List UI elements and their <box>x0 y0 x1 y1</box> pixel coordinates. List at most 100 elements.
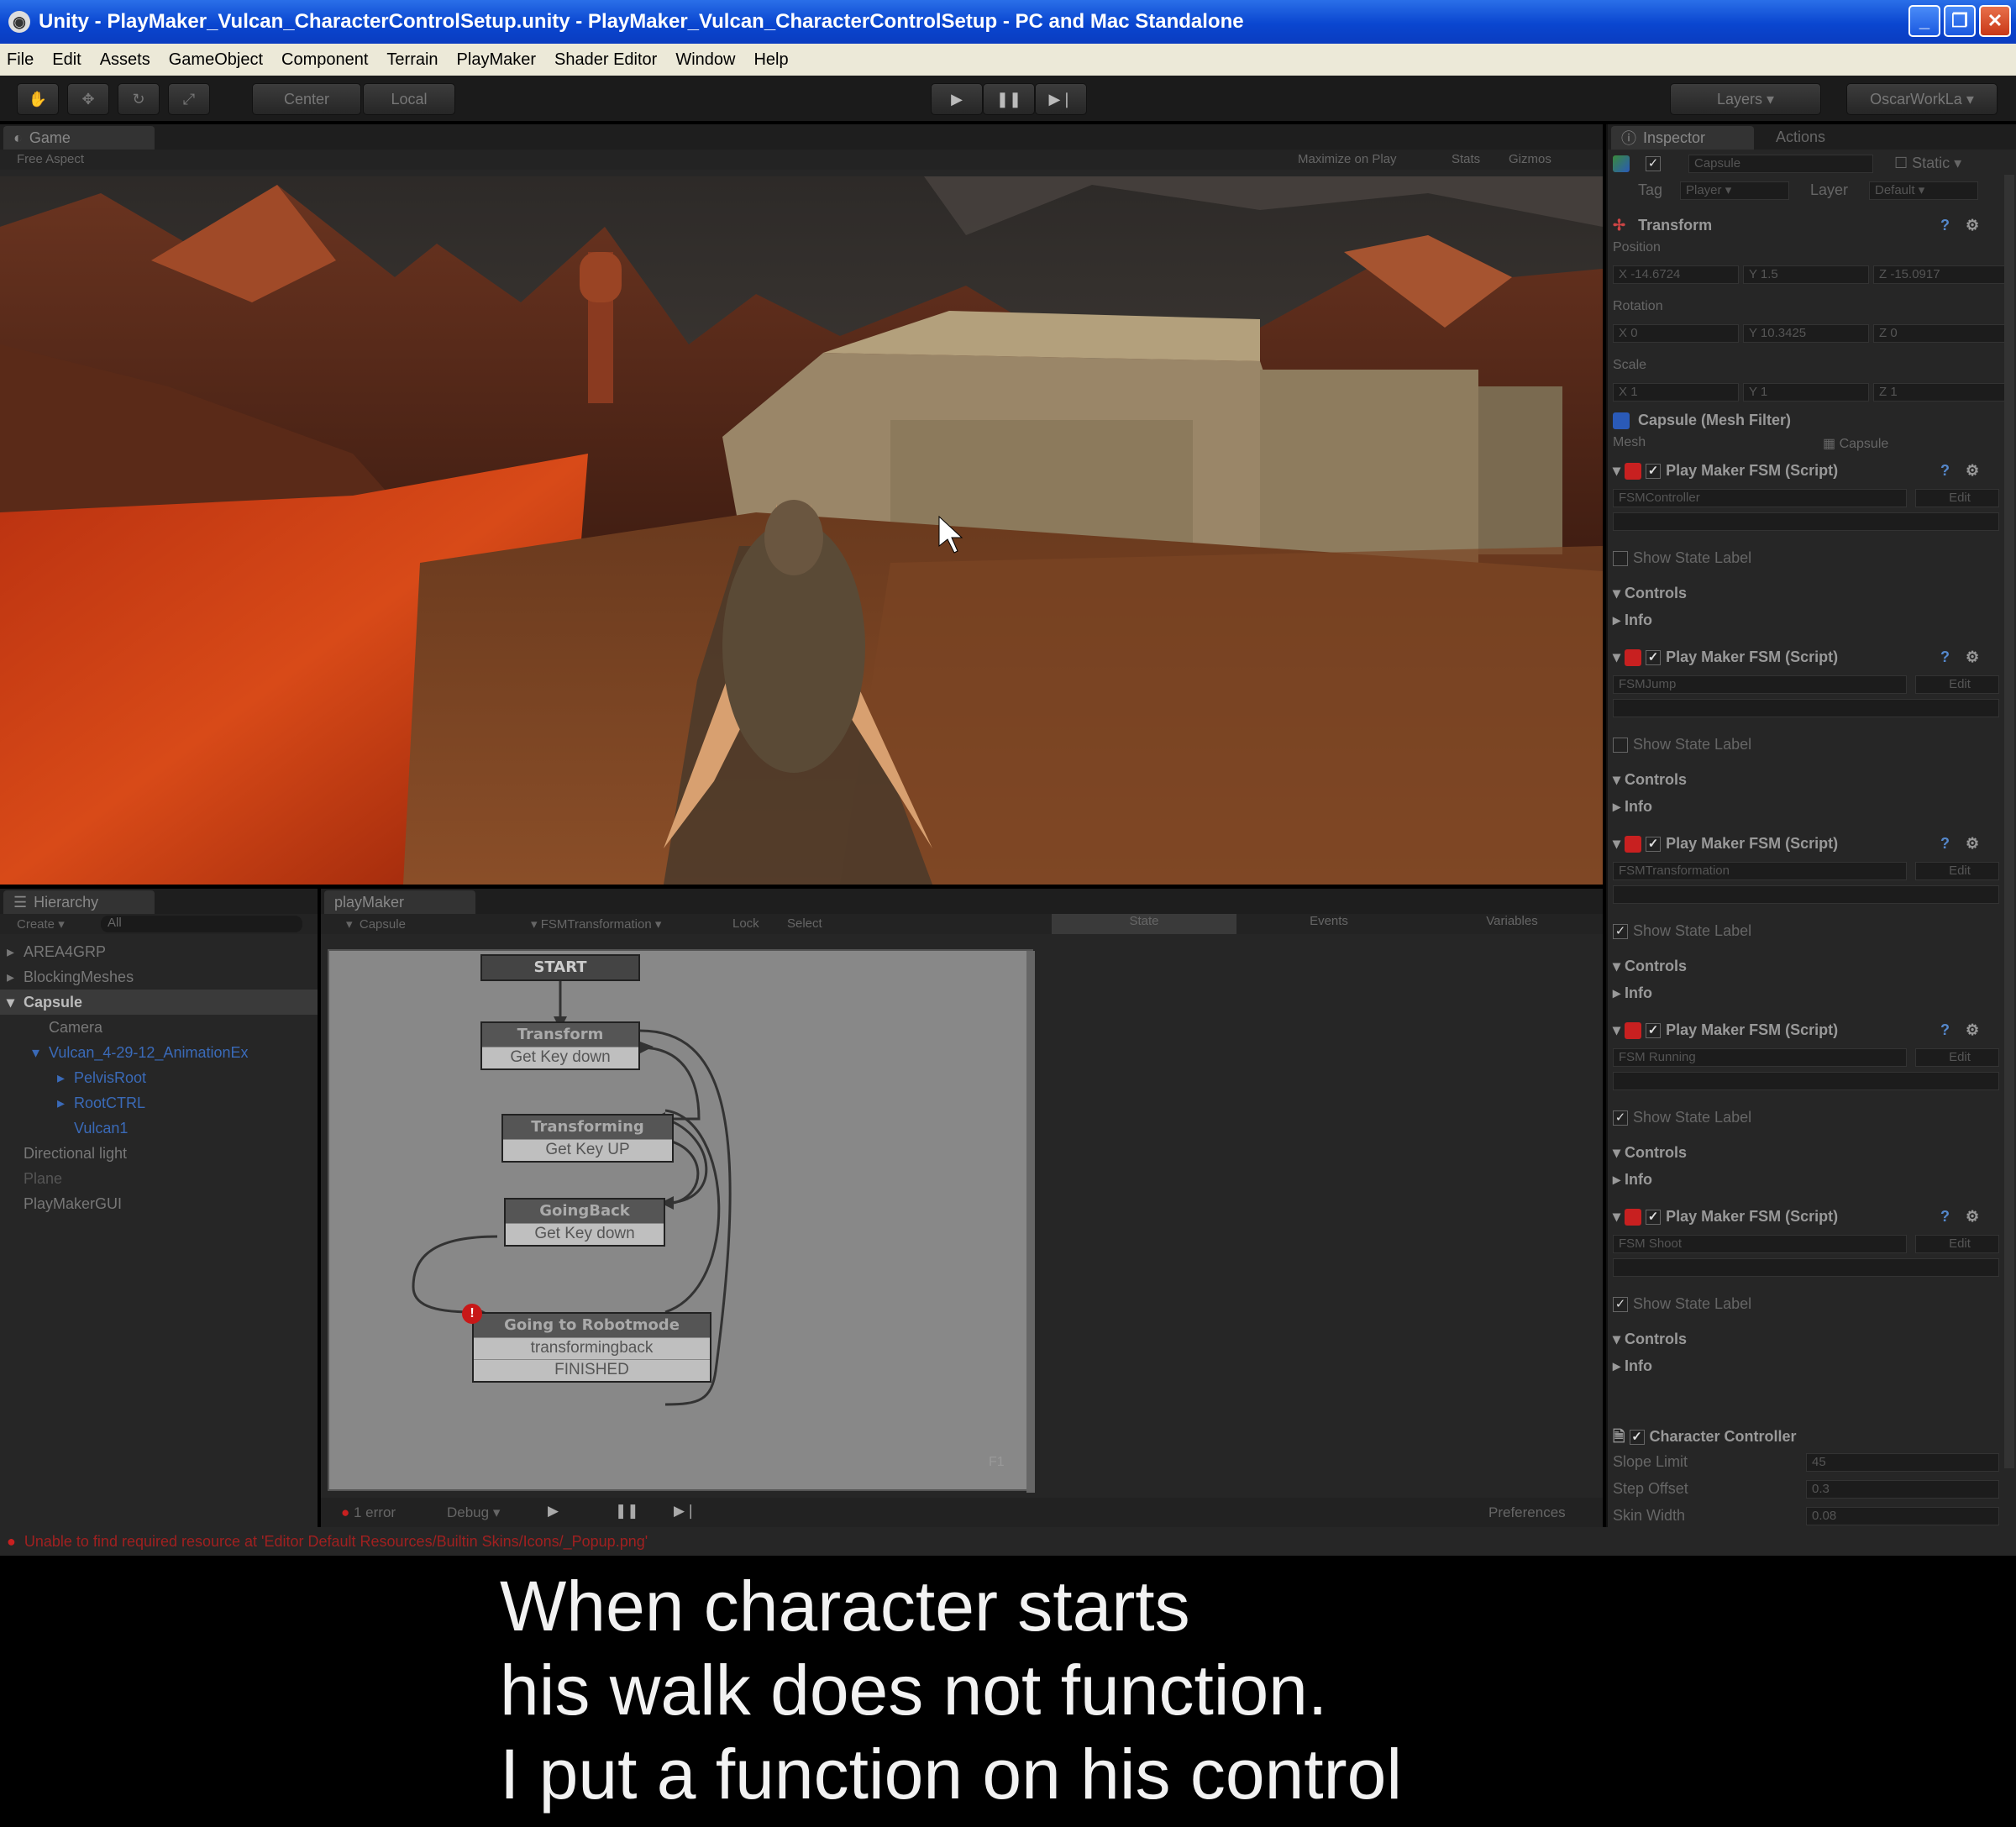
fold-arrow-icon[interactable]: ▸ <box>1613 1171 1625 1188</box>
show-state-label-checkbox[interactable]: ✓ <box>1613 1110 1628 1126</box>
hierarchy-item[interactable]: ▸ AREA4GRP <box>0 939 318 964</box>
fold-arrow-icon[interactable]: ▸ <box>1613 984 1625 1001</box>
graph-scrollbar[interactable] <box>1026 951 1035 1493</box>
fsm-event[interactable]: Get Key down <box>482 1047 638 1068</box>
fsm-description-field[interactable] <box>1613 1258 1999 1277</box>
fold-arrow-icon[interactable]: ▾ <box>1613 1331 1625 1347</box>
mesh-field[interactable]: ▦ Capsule <box>1823 435 1888 452</box>
fsm-state-going-to-robotmode[interactable]: Going to Robotmode transformingback FINI… <box>472 1312 711 1383</box>
fold-arrow-icon[interactable]: ▸ <box>1613 612 1625 628</box>
pivot-toggle[interactable]: Center <box>252 83 361 115</box>
component-enabled-checkbox[interactable]: ✓ <box>1646 650 1662 666</box>
controls-foldout[interactable]: ▾ Controls <box>1613 1144 2013 1162</box>
hierarchy-item[interactable]: Directional light <box>0 1141 318 1166</box>
menu-window[interactable]: Window <box>675 50 735 70</box>
fsm-state-transform[interactable]: Transform Get Key down <box>480 1021 640 1070</box>
settings-gear-icon[interactable]: ⚙ <box>1966 1021 1979 1039</box>
menu-gameobject[interactable]: GameObject <box>169 50 263 70</box>
fsm-edit-button[interactable]: Edit <box>1915 1048 1999 1067</box>
layout-dropdown[interactable]: OscarWorkLa ▾ <box>1846 83 1998 115</box>
show-state-label-row[interactable]: ✓ Show State Label <box>1613 922 2013 940</box>
fsm-description-field[interactable] <box>1613 512 1999 531</box>
info-foldout[interactable]: ▸ Info <box>1613 984 2013 1002</box>
game-viewport[interactable] <box>0 176 1603 885</box>
fold-arrow-icon[interactable]: ▾ <box>1613 771 1625 788</box>
layers-dropdown[interactable]: Layers ▾ <box>1670 83 1821 115</box>
fsm-component-header[interactable]: ▾ ✓ Play Maker FSM (Script)? ⚙ <box>1613 648 2013 667</box>
menu-assets[interactable]: Assets <box>100 50 150 70</box>
help-icon[interactable]: ? <box>1940 1208 1950 1226</box>
hand-tool-button[interactable]: ✋ <box>17 83 59 115</box>
menu-shader-editor[interactable]: Shader Editor <box>554 50 657 70</box>
settings-gear-icon[interactable]: ⚙ <box>1966 217 1979 234</box>
tab-state[interactable]: State <box>1052 914 1236 934</box>
fold-arrow-icon[interactable]: ▸ <box>1613 798 1625 815</box>
fsm-event[interactable]: FINISHED <box>474 1359 710 1381</box>
fold-arrow-icon[interactable]: ▸ <box>1613 1357 1625 1374</box>
fsm-component-header[interactable]: ▾ ✓ Play Maker FSM (Script)? ⚙ <box>1613 1021 2013 1040</box>
menu-component[interactable]: Component <box>281 50 368 70</box>
tab-events[interactable]: Events <box>1236 914 1421 934</box>
hierarchy-item[interactable]: ▾ Capsule <box>0 990 318 1015</box>
fsm-name-field[interactable]: FSMJump <box>1613 675 1907 694</box>
component-enabled-checkbox[interactable]: ✓ <box>1646 837 1662 853</box>
tab-playmaker[interactable]: playMaker <box>324 890 475 914</box>
fsm-description-field[interactable] <box>1613 699 1999 717</box>
component-enabled-checkbox[interactable]: ✓ <box>1646 464 1662 480</box>
pm-play-button[interactable]: ▶ <box>548 1503 559 1520</box>
fsm-dropdown[interactable]: ▾ FSMTransformation ▾ <box>531 916 661 932</box>
restore-button[interactable]: ❐ <box>1944 5 1976 37</box>
fold-arrow-icon[interactable]: ▾ <box>1613 1208 1625 1225</box>
rotation-y-field[interactable]: Y 10.3425 <box>1743 324 1869 343</box>
fsm-edit-button[interactable]: Edit <box>1915 489 1999 507</box>
hierarchy-item[interactable]: ▸ RootCTRL <box>0 1090 318 1116</box>
active-checkbox[interactable]: ✓ <box>1646 156 1662 172</box>
fsm-event[interactable]: Get Key UP <box>503 1139 672 1161</box>
maximize-on-play-toggle[interactable]: Maximize on Play <box>1298 152 1397 166</box>
console-status-bar[interactable]: ● Unable to find required resource at 'E… <box>0 1527 2016 1556</box>
select-button[interactable]: Select <box>787 916 822 931</box>
show-state-label-row[interactable]: ✓ Show State Label <box>1613 1109 2013 1126</box>
expand-arrow-icon[interactable]: ▸ <box>7 943 24 961</box>
hierarchy-item[interactable]: PlayMakerGUI <box>0 1191 318 1216</box>
show-state-label-checkbox[interactable] <box>1613 551 1628 567</box>
gameobject-dropdown[interactable]: ▾ Capsule <box>346 916 406 932</box>
fsm-component-header[interactable]: ▾ ✓ Play Maker FSM (Script)? ⚙ <box>1613 462 2013 480</box>
info-foldout[interactable]: ▸ Info <box>1613 798 2013 816</box>
show-state-label-checkbox[interactable]: ✓ <box>1613 1297 1628 1313</box>
step-button[interactable]: ▶❘ <box>1035 83 1087 115</box>
position-z-field[interactable]: Z -15.0917 <box>1873 265 2008 284</box>
fsm-event[interactable]: Get Key down <box>506 1223 664 1245</box>
show-state-label-row[interactable]: Show State Label <box>1613 736 2013 753</box>
gizmos-toggle[interactable]: Gizmos <box>1509 152 1551 166</box>
move-tool-button[interactable]: ✥ <box>67 83 109 115</box>
expand-arrow-icon[interactable]: ▸ <box>57 1095 74 1112</box>
help-icon[interactable]: ? <box>1940 835 1950 853</box>
scale-z-field[interactable]: Z 1 <box>1873 383 2008 402</box>
expand-arrow-icon[interactable]: ▾ <box>32 1044 49 1062</box>
minimize-button[interactable]: _ <box>1908 5 1940 37</box>
fold-arrow-icon[interactable]: ▾ <box>1613 585 1625 601</box>
settings-gear-icon[interactable]: ⚙ <box>1966 648 1979 666</box>
rotate-tool-button[interactable]: ↻ <box>118 83 160 115</box>
settings-gear-icon[interactable]: ⚙ <box>1966 1208 1979 1226</box>
menu-terrain[interactable]: Terrain <box>386 50 438 70</box>
info-foldout[interactable]: ▸ Info <box>1613 1357 2013 1375</box>
preferences-button[interactable]: Preferences <box>1488 1504 1566 1521</box>
settings-gear-icon[interactable]: ⚙ <box>1966 462 1979 480</box>
expand-arrow-icon[interactable]: ▾ <box>7 994 24 1011</box>
debug-dropdown[interactable]: Debug ▾ <box>447 1504 500 1521</box>
field-value-input[interactable]: 0.3 <box>1806 1480 1999 1499</box>
controls-foldout[interactable]: ▾ Controls <box>1613 1331 2013 1348</box>
hierarchy-item[interactable]: ▸ PelvisRoot <box>0 1065 318 1090</box>
fsm-edit-button[interactable]: Edit <box>1915 862 1999 880</box>
menu-playmaker[interactable]: PlayMaker <box>457 50 536 70</box>
fsm-graph-canvas[interactable]: START Transform Get Key down Transformin… <box>328 949 1035 1493</box>
fsm-name-field[interactable]: FSM Running <box>1613 1048 1907 1067</box>
help-icon[interactable]: ? <box>1940 1021 1950 1039</box>
aspect-dropdown[interactable]: Free Aspect <box>17 152 84 166</box>
expand-arrow-icon[interactable]: ▸ <box>57 1069 74 1087</box>
fold-arrow-icon[interactable]: ▾ <box>1613 1021 1625 1038</box>
stats-toggle[interactable]: Stats <box>1452 152 1480 166</box>
fsm-event[interactable]: transformingback <box>474 1337 710 1359</box>
